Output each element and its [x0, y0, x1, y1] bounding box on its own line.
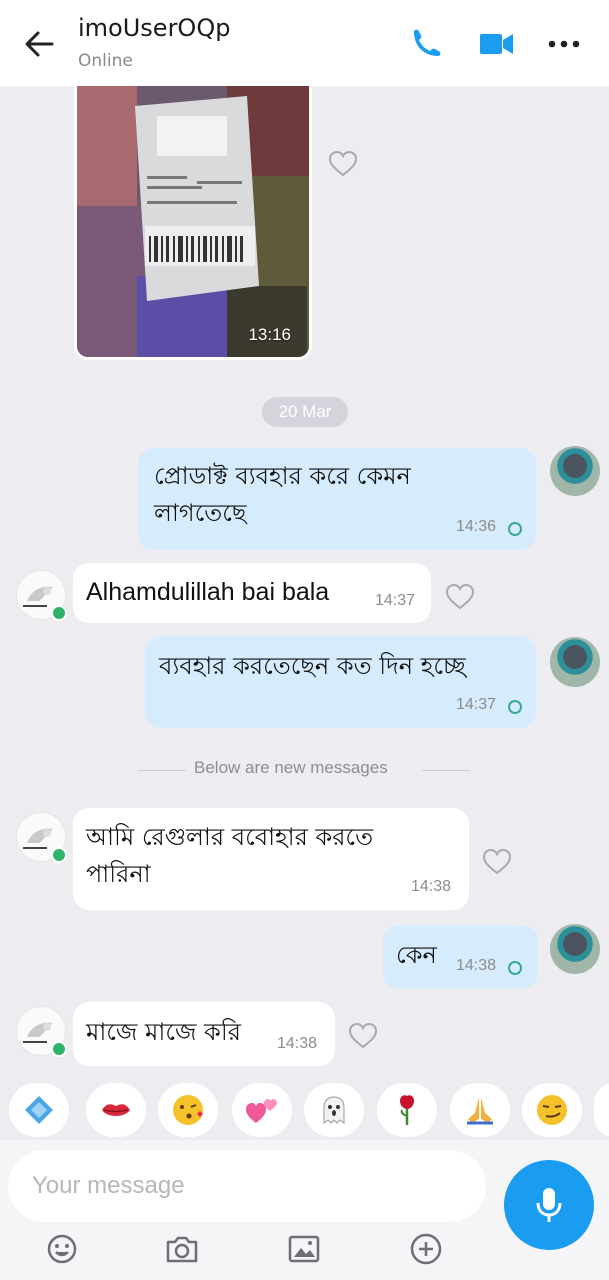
message-time: 14:37 [455, 696, 496, 713]
ghost-sticker [323, 1096, 345, 1124]
sent-status-icon [508, 961, 522, 975]
lips-sticker [102, 1104, 130, 1116]
incoming-message[interactable]: Alhamdulillah bai bala 14:37 [73, 563, 431, 623]
plus-icon [410, 1233, 442, 1265]
new-messages-divider: Below are new messages [138, 758, 470, 782]
gallery-button[interactable] [286, 1232, 322, 1266]
incoming-message[interactable]: মাজে মাজে করি 14:38 [73, 1002, 335, 1066]
message-text-line2: লাগতেছে [154, 499, 247, 527]
pray-hands-sticker-button[interactable] [450, 1083, 510, 1137]
add-attachment-button[interactable] [408, 1232, 444, 1266]
like-heart-button[interactable] [445, 583, 475, 611]
video-camera-icon [480, 34, 513, 54]
voice-record-button[interactable] [504, 1160, 594, 1250]
message-time: 14:38 [277, 1035, 318, 1052]
message-text-line2: পারিনা [86, 860, 151, 888]
phone-icon [414, 29, 441, 56]
contact-name[interactable]: imoUserOQp [78, 14, 230, 42]
lips-sticker-button[interactable] [86, 1083, 146, 1137]
like-heart-button[interactable] [482, 848, 512, 876]
sent-status-icon [508, 522, 522, 536]
online-status-icon [51, 847, 67, 863]
message-input[interactable] [8, 1150, 486, 1222]
message-list[interactable]: 13:16 20 Mar প্রোডাক্ট ব্যবহার করে কেমন … [0, 86, 609, 1080]
more-dots-icon [548, 40, 580, 48]
online-status-icon [51, 605, 67, 621]
message-text: ব্যবহার করতেছেন কত দিন হচ্ছে [159, 652, 466, 680]
message-time: 14:38 [455, 957, 496, 974]
outgoing-message[interactable]: কেন 14:38 [383, 925, 538, 989]
gallery-icon [288, 1235, 320, 1263]
contact-status: Online [78, 51, 133, 71]
heart-icon [328, 150, 358, 177]
outgoing-message[interactable]: ব্যবহার করতেছেন কত দিন হচ্ছে 14:37 [145, 636, 536, 728]
message-time: 14:38 [411, 878, 452, 895]
rose-sticker [400, 1095, 414, 1125]
camera-icon [166, 1236, 198, 1263]
heart-icon [445, 583, 475, 610]
photo-message[interactable]: 13:16 [74, 86, 312, 360]
message-text: Alhamdulillah bai bala [86, 578, 330, 606]
sticker-bar [0, 1080, 609, 1140]
my-avatar[interactable] [550, 637, 600, 687]
emoji-icon [47, 1234, 77, 1264]
smirk-face-sticker [537, 1095, 567, 1125]
sent-status-icon [508, 700, 522, 714]
message-text-line1: আমি রেগুলার ববোহার করতে [86, 823, 374, 851]
divider-line-left [138, 770, 186, 771]
call-button[interactable] [406, 26, 446, 62]
composer [0, 1140, 609, 1280]
photo-time: 13:16 [248, 325, 291, 344]
hearts-sticker-button[interactable] [232, 1083, 292, 1137]
kiss-face-sticker [173, 1095, 203, 1125]
camera-button[interactable] [164, 1232, 200, 1266]
pray-hands-sticker [467, 1097, 493, 1125]
chat-header: imoUserOQp Online [0, 0, 609, 86]
my-avatar[interactable] [550, 924, 600, 974]
new-messages-label: Below are new messages [194, 758, 388, 777]
contact-avatar[interactable] [16, 1006, 67, 1057]
message-text: মাজে মাজে করি [86, 1018, 241, 1046]
back-button[interactable] [20, 24, 64, 64]
outgoing-message[interactable]: প্রোডাক্ট ব্যবহার করে কেমন লাগতেছে 14:36 [138, 448, 536, 550]
photo-thumbnail [77, 86, 309, 357]
contact-avatar[interactable] [16, 570, 67, 621]
ghost-sticker-button[interactable] [304, 1083, 364, 1137]
microphone-icon [536, 1188, 562, 1222]
divider-line-right [422, 770, 470, 771]
gem-sticker [25, 1096, 53, 1124]
message-text: কেন [396, 941, 437, 969]
incoming-message[interactable]: আমি রেগুলার ববোহার করতে পারিনা 14:38 [73, 808, 469, 910]
smirk-face-sticker-button[interactable] [522, 1083, 582, 1137]
message-time: 14:37 [375, 592, 416, 609]
message-time: 14:36 [455, 518, 496, 535]
heart-icon [348, 1022, 378, 1049]
date-separator: 20 Mar [262, 397, 348, 427]
online-status-icon [51, 1041, 67, 1057]
more-options-button[interactable] [544, 26, 584, 62]
more-stickers-button[interactable] [594, 1083, 609, 1137]
heart-icon [482, 848, 512, 875]
back-arrow-icon [25, 31, 54, 57]
like-heart-button[interactable] [328, 150, 358, 178]
hearts-sticker [246, 1099, 277, 1123]
my-avatar[interactable] [550, 446, 600, 496]
message-text-line1: প্রোডাক্ট ব্যবহার করে কেমন [154, 462, 411, 490]
emoji-button[interactable] [44, 1232, 80, 1266]
gem-sticker-button[interactable] [9, 1083, 69, 1137]
contact-avatar[interactable] [16, 812, 67, 863]
rose-sticker-button[interactable] [377, 1083, 437, 1137]
video-call-button[interactable] [476, 26, 516, 62]
like-heart-button[interactable] [348, 1022, 378, 1050]
kiss-face-sticker-button[interactable] [158, 1083, 218, 1137]
